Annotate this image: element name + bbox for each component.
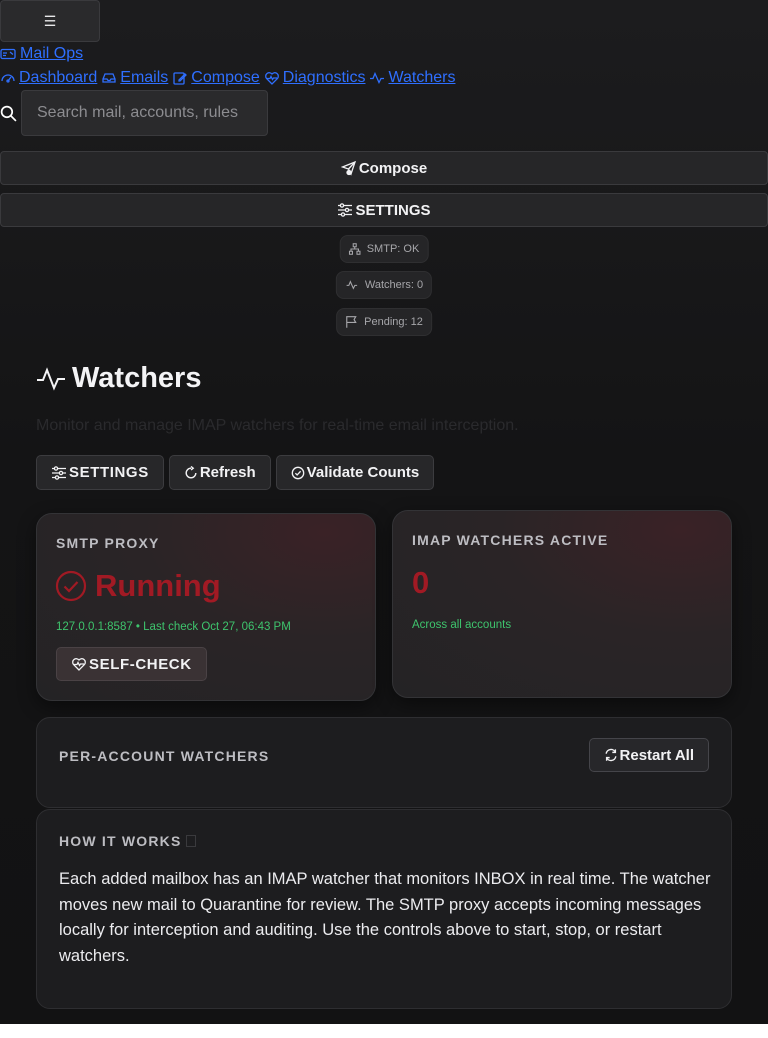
nav-emails-label: Emails	[120, 69, 169, 86]
nav-watchers-label: Watchers	[388, 69, 456, 86]
how-it-works-panel: HOW IT WORKS Each added mailbox has an I…	[36, 809, 732, 1009]
smtp-status-pill: SMTP: OK	[339, 235, 429, 263]
nav-watchers[interactable]: Watchers	[369, 69, 455, 87]
envelope-icon	[0, 48, 16, 60]
imap-watchers-count: 0	[412, 565, 430, 600]
brand-label[interactable]: Mail Ops	[20, 45, 83, 63]
app-root: ☰ Mail Ops Dashboard Emails Compose Diag…	[0, 0, 768, 1024]
per-account-watchers-panel: PER-ACCOUNT WATCHERS Restart All	[36, 717, 732, 808]
compose-button-label: Compose	[358, 159, 428, 177]
info-icon	[185, 835, 196, 847]
per-account-watchers-label: PER-ACCOUNT WATCHERS	[59, 748, 270, 764]
how-it-works-text: Each added mailbox has an IMAP watcher t…	[59, 870, 711, 965]
settings-button-top[interactable]: SETTINGS	[0, 193, 768, 227]
validate-counts-button[interactable]: Validate Counts	[275, 455, 435, 490]
smtp-proxy-status: Running	[55, 568, 221, 604]
check-circle-icon	[291, 466, 305, 479]
restart-all-button[interactable]: Restart All	[588, 738, 709, 772]
edit-icon	[173, 72, 188, 85]
how-it-works-header: HOW IT WORKS	[59, 833, 196, 849]
send-icon	[340, 160, 356, 176]
settings-button-top-label: SETTINGS	[355, 201, 431, 219]
imap-watchers-label: IMAP WATCHERS ACTIVE	[412, 532, 609, 548]
pending-status-pill: Pending: 12	[336, 308, 432, 336]
menu-toggle-button[interactable]: ☰	[0, 0, 100, 42]
search-icon	[0, 105, 17, 122]
nav-compose[interactable]: Compose	[172, 69, 260, 87]
page-title: Watchers	[36, 362, 201, 395]
sliders-icon	[52, 465, 66, 480]
activity-icon	[370, 71, 385, 85]
how-it-works-label: HOW IT WORKS	[59, 833, 182, 849]
nav-emails[interactable]: Emails	[101, 69, 168, 87]
page-title-text: Watchers	[72, 362, 202, 394]
refresh-button[interactable]: Refresh	[168, 455, 271, 490]
smtp-proxy-detail: 127.0.0.1:8587 • Last check Oct 27, 06:4…	[56, 621, 291, 633]
smtp-proxy-card: SMTP PROXY Running 127.0.0.1:8587 • Last…	[36, 513, 376, 701]
settings-button-label: SETTINGS	[69, 464, 149, 481]
self-check-button[interactable]: SELF-CHECK	[56, 647, 207, 681]
check-circle-icon	[55, 570, 87, 602]
hamburger-icon: ☰	[43, 12, 57, 29]
activity-icon	[37, 366, 65, 391]
refresh-button-label: Refresh	[199, 464, 256, 481]
watchers-status-pill: Watchers: 0	[335, 271, 433, 299]
pending-status-text: Pending: 12	[364, 316, 423, 328]
refresh-icon	[605, 748, 617, 762]
page-actions: SETTINGS Refresh Validate Counts	[36, 455, 435, 490]
restart-all-button-label: Restart All	[619, 746, 694, 764]
page-subtitle: Monitor and manage IMAP watchers for rea…	[36, 417, 519, 434]
nav-dashboard-label: Dashboard	[19, 69, 98, 86]
nav-compose-label: Compose	[191, 69, 260, 86]
smtp-proxy-status-text: Running	[95, 568, 221, 603]
dashboard-icon	[1, 74, 15, 83]
brand-link[interactable]: Mail Ops	[0, 45, 83, 63]
imap-watchers-detail: Across all accounts	[412, 619, 512, 631]
validate-counts-button-label: Validate Counts	[306, 464, 420, 481]
activity-icon	[346, 280, 358, 290]
nav-diagnostics[interactable]: Diagnostics	[264, 69, 366, 87]
heart-pulse-icon	[72, 658, 86, 671]
nav-diagnostics-label: Diagnostics	[282, 69, 366, 86]
main-nav: Dashboard Emails Compose Diagnostics Wat…	[0, 69, 459, 87]
search-input[interactable]	[21, 90, 268, 136]
imap-watchers-card: IMAP WATCHERS ACTIVE 0 Across all accoun…	[392, 510, 732, 698]
nav-dashboard[interactable]: Dashboard	[0, 69, 97, 87]
flag-icon	[346, 316, 357, 328]
network-icon	[348, 243, 361, 255]
watchers-status-text: Watchers: 0	[364, 279, 424, 291]
sliders-icon	[338, 203, 353, 217]
heart-pulse-icon	[264, 72, 279, 85]
settings-button[interactable]: SETTINGS	[36, 455, 164, 490]
compose-button[interactable]: Compose	[0, 151, 768, 185]
smtp-proxy-label: SMTP PROXY	[56, 535, 160, 551]
inbox-icon	[102, 73, 116, 83]
search-bar	[0, 90, 268, 136]
smtp-status-text: SMTP: OK	[366, 243, 420, 255]
self-check-button-label: SELF-CHECK	[89, 655, 192, 673]
refresh-icon	[185, 465, 197, 478]
